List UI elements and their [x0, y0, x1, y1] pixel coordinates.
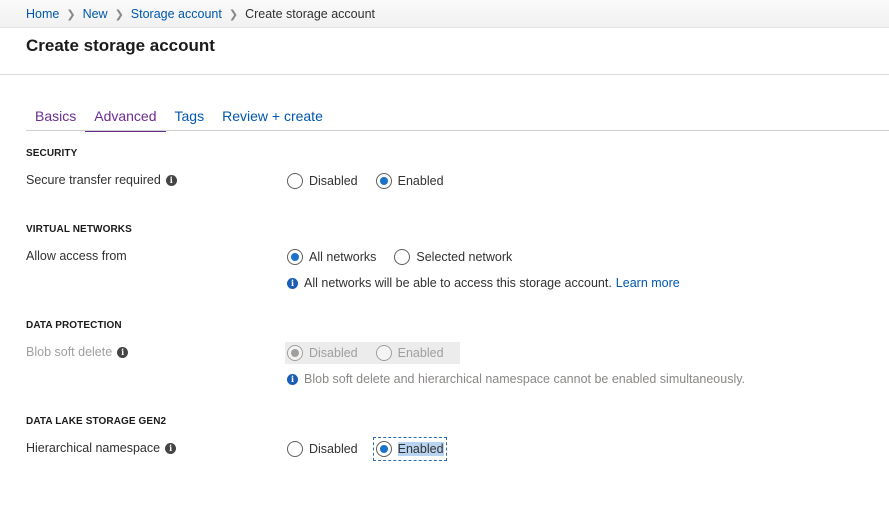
chevron-right-icon: ❯	[66, 8, 76, 21]
note-text: All networks will be able to access this…	[304, 276, 612, 290]
radio-circle-selected	[287, 345, 303, 361]
breadcrumb: Home ❯ New ❯ Storage account ❯ Create st…	[26, 7, 375, 21]
info-icon: i	[287, 277, 298, 289]
blob-soft-delete-label: Blob soft delete	[26, 345, 113, 359]
section-title-data-protection: DATA PROTECTION	[26, 320, 122, 331]
radio-all-networks[interactable]: All networks	[285, 246, 378, 268]
radio-label: Selected network	[416, 250, 513, 264]
radio-group-hierarchical-namespace: Disabled Enabled	[285, 437, 447, 461]
radio-circle	[287, 441, 303, 457]
section-title-data-lake: DATA LAKE STORAGE GEN2	[26, 416, 167, 427]
tab-review-create[interactable]: Review + create	[213, 106, 332, 130]
page-title: Create storage account	[26, 36, 215, 55]
data-protection-note: i Blob soft delete and hierarchical name…	[287, 372, 745, 386]
breadcrumb-current: Create storage account	[245, 7, 376, 21]
info-icon: i	[287, 373, 298, 385]
radio-circle	[394, 249, 411, 265]
row-label-blob-soft-delete: Blob soft delete i	[26, 345, 129, 359]
header-divider	[0, 74, 889, 75]
radio-blob-soft-delete-enabled: Enabled	[374, 342, 446, 364]
learn-more-link[interactable]: Learn more	[616, 276, 680, 290]
radio-circle	[375, 345, 392, 361]
radio-label: All networks	[309, 250, 377, 264]
breadcrumb-new[interactable]: New	[83, 7, 108, 21]
radio-label: Disabled	[309, 442, 358, 456]
radio-blob-soft-delete-disabled: Disabled	[285, 342, 360, 364]
radio-secure-transfer-enabled[interactable]: Enabled	[374, 170, 446, 192]
virtual-networks-note: i All networks will be able to access th…	[287, 276, 680, 290]
radio-circle	[287, 173, 303, 189]
radio-label: Disabled	[309, 346, 358, 360]
radio-label: Enabled	[397, 174, 444, 188]
info-icon[interactable]: i	[165, 442, 177, 454]
radio-circle-selected	[375, 441, 392, 457]
row-label-hierarchical-namespace: Hierarchical namespace i	[26, 441, 177, 455]
info-icon[interactable]: i	[165, 174, 177, 186]
radio-group-allow-access: All networks Selected network	[285, 246, 514, 268]
breadcrumb-storage-account[interactable]: Storage account	[131, 7, 222, 21]
tab-basics[interactable]: Basics	[26, 106, 85, 130]
breadcrumb-home[interactable]: Home	[26, 7, 59, 21]
radio-label: Enabled	[397, 442, 444, 456]
chevron-right-icon: ❯	[114, 8, 124, 21]
breadcrumb-bar: Home ❯ New ❯ Storage account ❯ Create st…	[0, 0, 889, 28]
note-text: Blob soft delete and hierarchical namesp…	[304, 372, 746, 386]
secure-transfer-label: Secure transfer required	[26, 173, 161, 187]
allow-access-label: Allow access from	[26, 249, 127, 263]
radio-hierarchical-namespace-enabled[interactable]: Enabled	[372, 437, 447, 461]
section-title-virtual-networks: VIRTUAL NETWORKS	[26, 224, 132, 235]
radio-secure-transfer-disabled[interactable]: Disabled	[285, 170, 360, 192]
tabs-divider	[26, 130, 889, 131]
radio-circle-selected	[287, 249, 303, 265]
radio-circle-selected	[375, 173, 392, 189]
tab-advanced[interactable]: Advanced	[85, 106, 166, 132]
tab-tags[interactable]: Tags	[166, 106, 214, 130]
radio-group-blob-soft-delete: Disabled Enabled	[285, 342, 460, 364]
hierarchical-namespace-label: Hierarchical namespace	[26, 441, 161, 455]
chevron-right-icon: ❯	[228, 8, 239, 21]
radio-hierarchical-namespace-disabled[interactable]: Disabled	[285, 438, 360, 460]
section-title-security: SECURITY	[26, 148, 78, 159]
radio-group-secure-transfer: Disabled Enabled	[285, 170, 446, 192]
info-icon[interactable]: i	[117, 346, 129, 358]
radio-label: Enabled	[397, 346, 444, 360]
radio-label: Disabled	[309, 174, 358, 188]
tab-bar: Basics Advanced Tags Review + create	[26, 106, 332, 132]
row-label-secure-transfer: Secure transfer required i	[26, 173, 177, 187]
row-label-allow-access: Allow access from	[26, 249, 127, 263]
radio-selected-network[interactable]: Selected network	[392, 246, 514, 268]
